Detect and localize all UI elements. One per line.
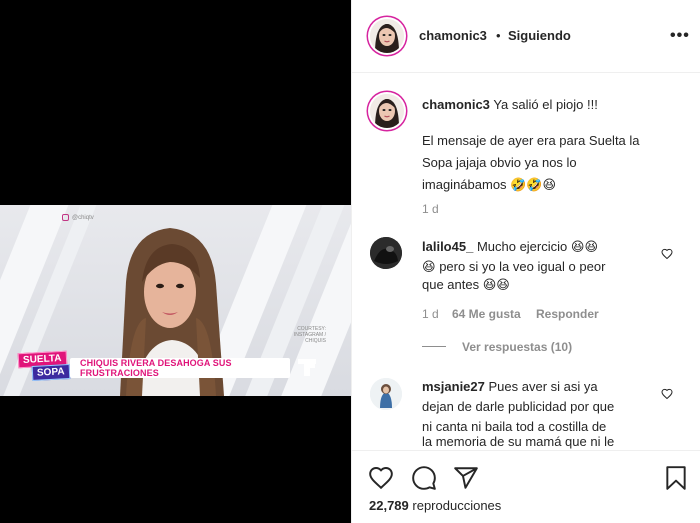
post-header: chamonic3 • Siguiendo •••: [352, 0, 700, 73]
avatar-image-icon: [370, 378, 402, 410]
replies-divider: [422, 346, 446, 347]
comment-text-line3: que antes: [422, 277, 480, 292]
view-count-number: 22,789: [369, 498, 409, 513]
media-pane: @chiqtv SUELTA SOPA CHIQUIS RIVERA DESAH…: [0, 0, 351, 523]
avatar-image-icon: [370, 237, 402, 269]
caption-timestamp[interactable]: 1 d: [422, 202, 439, 216]
video-banner: CHIQUIS RIVERA DESAHOGA SUS FRUSTRACIONE…: [70, 358, 290, 378]
laughing-emoji-icon: 😆😆: [570, 240, 598, 255]
view-count-label: reproducciones: [412, 498, 502, 513]
view-replies-button[interactable]: Ver respuestas (10): [462, 340, 572, 354]
caption-avatar[interactable]: [370, 94, 404, 128]
comment-username[interactable]: lalilo45_: [422, 239, 473, 254]
like-heart-icon[interactable]: [368, 465, 394, 491]
comment-likes[interactable]: 64 Me gusta: [452, 307, 521, 321]
header-avatar[interactable]: [370, 19, 404, 53]
comment-avatar[interactable]: [370, 378, 402, 410]
caption-text-line4: imaginábamos: [422, 177, 507, 192]
like-comment-heart-icon[interactable]: [661, 388, 673, 400]
comment-avatar[interactable]: [370, 237, 402, 269]
share-paper-plane-icon[interactable]: [453, 465, 479, 491]
video-watermark: @chiqtv: [62, 214, 94, 221]
suelta-la-sopa-logo: SUELTA SOPA: [17, 350, 74, 382]
comments-section[interactable]: chamonic3 Ya salió el piojo !!! El mensa…: [352, 74, 700, 450]
laughing-emoji-icon: 🤣🤣😆: [510, 178, 557, 193]
comment-timestamp[interactable]: 1 d: [422, 307, 439, 321]
save-bookmark-icon[interactable]: [663, 465, 689, 491]
comment-text-line2: dejan de darle publicidad por que: [422, 399, 615, 414]
telemundo-logo-icon: [298, 359, 316, 376]
post-panel: chamonic3 • Siguiendo ••• chamonic3 Ya s…: [351, 0, 700, 523]
header-username[interactable]: chamonic3: [419, 28, 487, 43]
reply-button[interactable]: Responder: [536, 307, 599, 321]
caption-text-line1: Ya salió el piojo !!!: [493, 97, 598, 112]
comment-text-line4: la memoria de su mamá que ni le: [422, 434, 615, 449]
more-options-icon[interactable]: •••: [670, 27, 690, 45]
comment-text-line1: Mucho ejercicio: [476, 239, 568, 254]
header-separator: •: [496, 28, 501, 43]
view-count[interactable]: 22,789 reproducciones: [369, 498, 501, 513]
caption-text-line2: El mensaje de ayer era para Suelta la: [422, 133, 640, 148]
avatar-face-icon: [370, 94, 404, 128]
comment-bubble-icon[interactable]: [411, 465, 437, 491]
avatar-face-icon: [370, 19, 404, 53]
comment-text-line2: pero si yo la veo igual o peor: [439, 259, 606, 274]
comment-username[interactable]: msjanie27: [422, 379, 485, 394]
caption-username[interactable]: chamonic3: [422, 97, 490, 112]
following-button[interactable]: Siguiendo: [508, 28, 571, 43]
caption-text-line3: Sopa jajaja obvio ya nos lo: [422, 155, 577, 170]
laughing-emoji-icon: 😆😆: [482, 278, 510, 293]
comment-text-line1: Pues aver si asi ya: [488, 379, 598, 394]
like-comment-heart-icon[interactable]: [661, 248, 673, 260]
instagram-icon: [62, 214, 69, 221]
video-credit: COURTESY: INSTAGRAM / CHIQUIS: [293, 326, 326, 344]
